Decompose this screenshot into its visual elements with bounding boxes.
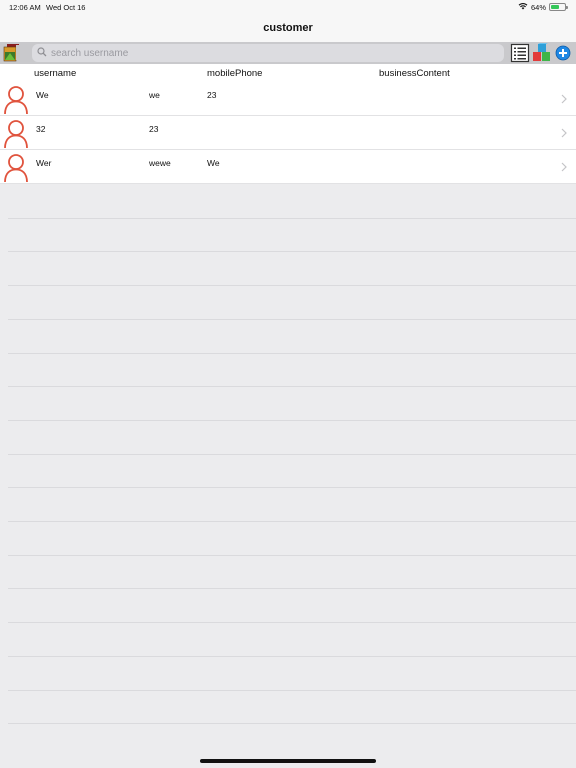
- search-icon: [37, 44, 47, 62]
- separator-line: [8, 285, 576, 287]
- separator-line: [8, 453, 576, 455]
- cubes-icon[interactable]: [532, 43, 552, 63]
- status-date: Wed Oct 16: [46, 3, 86, 12]
- cell-value: 23: [149, 124, 159, 134]
- separator-line: [8, 251, 576, 253]
- cell-username: Wer: [36, 158, 52, 168]
- separator-line: [8, 723, 576, 725]
- table-header: username mobilePhone businessContent: [0, 64, 576, 82]
- separator-line: [8, 622, 576, 624]
- cell-value: 23: [207, 90, 217, 100]
- cell-username: We: [36, 90, 49, 100]
- cell-value: We: [207, 158, 220, 168]
- search-input[interactable]: [51, 47, 491, 59]
- battery-icon: [549, 3, 568, 11]
- table-row[interactable]: Wer wewe We: [0, 150, 576, 184]
- status-bar: 12:06 AM Wed Oct 16 64%: [0, 0, 576, 14]
- toolbar: [0, 42, 576, 64]
- separator-line: [8, 352, 576, 354]
- list-view-icon[interactable]: [510, 43, 530, 63]
- page-title: customer: [263, 22, 313, 34]
- cell-username: 32: [36, 124, 46, 134]
- battery-percent: 64%: [530, 2, 546, 12]
- header-username: username: [34, 68, 77, 79]
- add-icon[interactable]: [555, 45, 575, 65]
- cell-value: wewe: [149, 158, 171, 168]
- separator-line: [8, 554, 576, 556]
- chevron-right-icon: [561, 94, 567, 104]
- avatar-icon: [4, 86, 28, 115]
- status-indicators: 64%: [518, 2, 568, 12]
- separator-line: [8, 386, 576, 388]
- header-mobile-phone: mobilePhone: [207, 68, 263, 79]
- table-row[interactable]: 32 23: [0, 116, 576, 150]
- status-time: 12:06 AM: [9, 3, 41, 12]
- home-indicator[interactable]: [200, 759, 376, 763]
- avatar-icon: [4, 120, 28, 149]
- header-business-content: businessContent: [379, 68, 450, 79]
- table-row[interactable]: We we 23: [0, 82, 576, 116]
- separator-line: [8, 419, 576, 421]
- navigation-bar: customer: [0, 14, 576, 42]
- separator-line: [8, 318, 576, 320]
- wifi-icon: [518, 2, 528, 12]
- separator-line: [8, 689, 576, 691]
- separator-line: [8, 487, 576, 489]
- customer-list: We we 23 32 23 Wer wewe We: [0, 82, 576, 184]
- cell-value: we: [149, 90, 160, 100]
- separator-line: [8, 588, 576, 590]
- avatar-icon: [4, 154, 28, 183]
- separator-line: [8, 217, 576, 219]
- chevron-right-icon: [561, 128, 567, 138]
- app-logo-icon[interactable]: [2, 43, 22, 63]
- empty-list-area: [8, 184, 576, 744]
- chevron-right-icon: [561, 162, 567, 172]
- separator-line: [8, 655, 576, 657]
- separator-line: [8, 521, 576, 522]
- search-bar[interactable]: [32, 44, 504, 62]
